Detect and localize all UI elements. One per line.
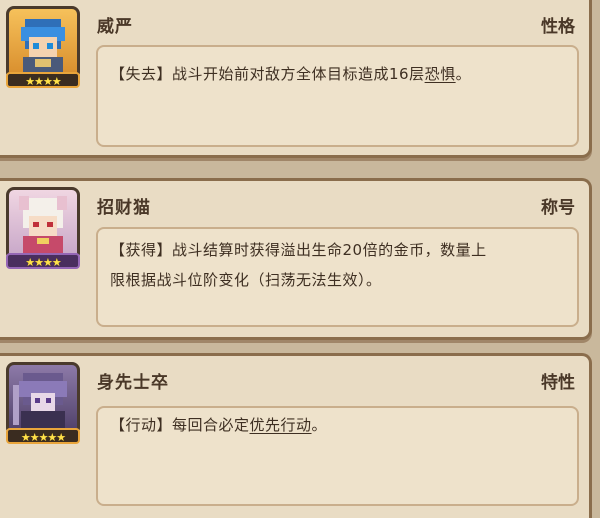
trait-type-label: 性格: [541, 17, 575, 37]
trait-card-3: ★★★★★ 身先士卒 特性 【行动】每回合必定优先行动。: [0, 353, 592, 518]
trait-description-box: 【获得】战斗结算时获得溢出生命20倍的金币，数量上 限根据战斗位阶变化（扫荡无法…: [96, 227, 579, 327]
description-text: 【行动】每回合必定: [110, 416, 250, 434]
description-text-end: 。: [311, 416, 328, 434]
trait-card-2: ★★★★ 招财猫 称号 【获得】战斗结算时获得溢出生命20倍的金币，数量上 限根…: [0, 178, 592, 340]
trait-card-1: ★★★★ 威严 性格 【失去】战斗开始前对敌方全体目标造成16层恐惧。: [0, 0, 592, 158]
keyword-link-fear[interactable]: 恐惧: [425, 65, 456, 83]
keyword-link-priority-action[interactable]: 优先行动: [250, 416, 312, 434]
description-text: 【失去】战斗开始前对敌方全体目标造成16层: [110, 65, 425, 83]
star-rating: ★★★★: [6, 253, 80, 269]
description-line-1: 【获得】战斗结算时获得溢出生命20倍的金币，数量上: [110, 241, 487, 259]
hero-portrait-white-hair[interactable]: [6, 187, 80, 261]
trait-type-label: 特性: [541, 373, 575, 393]
description-text-end: 。: [455, 65, 472, 83]
hero-portrait-purple-hair[interactable]: [6, 362, 80, 436]
trait-description-box: 【行动】每回合必定优先行动。: [96, 406, 579, 506]
description-line-2: 限根据战斗位阶变化（扫荡无法生效）。: [110, 271, 382, 289]
trait-name: 威严: [97, 17, 133, 37]
trait-description-box: 【失去】战斗开始前对敌方全体目标造成16层恐惧。: [96, 45, 579, 147]
hero-portrait-blue-hair[interactable]: [6, 6, 80, 80]
star-rating: ★★★★: [6, 72, 80, 88]
trait-type-label: 称号: [541, 198, 575, 218]
trait-name: 身先士卒: [97, 373, 169, 393]
star-rating: ★★★★★: [6, 428, 80, 444]
trait-name: 招财猫: [97, 198, 151, 218]
